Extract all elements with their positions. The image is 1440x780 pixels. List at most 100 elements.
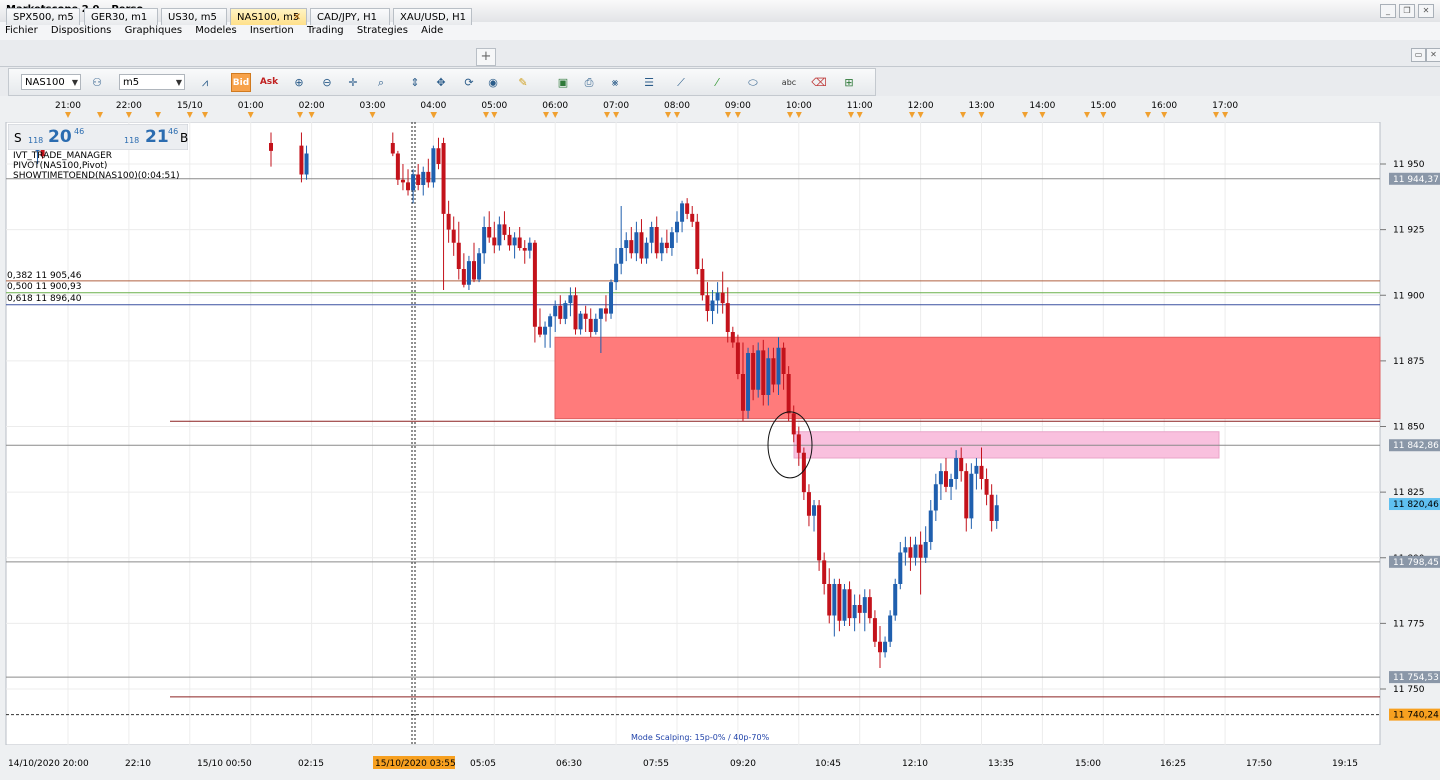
magnifier-icon[interactable]: ⌕	[371, 73, 391, 92]
candle-body[interactable]	[964, 471, 969, 519]
candle-body[interactable]	[817, 505, 822, 561]
candle-body[interactable]	[827, 584, 832, 616]
candle-body[interactable]	[598, 308, 603, 319]
panel-restore-button[interactable]: ▭	[1411, 48, 1426, 62]
candle-body[interactable]	[949, 479, 954, 487]
candle-body[interactable]	[395, 153, 400, 180]
candle-body[interactable]	[908, 547, 913, 558]
candle-body[interactable]	[867, 597, 872, 619]
trendline-icon[interactable]: ⟋	[671, 73, 691, 92]
candle-body[interactable]	[888, 615, 893, 642]
candle-body[interactable]	[862, 597, 867, 613]
candle-body[interactable]	[969, 473, 974, 519]
candle-body[interactable]	[928, 510, 933, 543]
candle-body[interactable]	[781, 347, 786, 374]
candle-body[interactable]	[735, 342, 740, 375]
candle-body[interactable]	[446, 213, 451, 230]
candle-body[interactable]	[776, 347, 781, 385]
candle-body[interactable]	[558, 305, 563, 319]
tab-spx500[interactable]: SPX500, m5	[6, 8, 80, 25]
candle-body[interactable]	[933, 484, 938, 511]
candle-body[interactable]	[543, 326, 548, 335]
draw-line-icon[interactable]: ⁄	[707, 73, 727, 92]
zoom-out-icon[interactable]: ⊖	[317, 73, 337, 92]
candle-body[interactable]	[583, 313, 588, 319]
candle-body[interactable]	[857, 605, 862, 613]
tab-xauusd[interactable]: XAU/USD, H1	[393, 8, 472, 25]
candle-body[interactable]	[497, 224, 502, 246]
candle-body[interactable]	[720, 292, 725, 304]
candle-body[interactable]	[537, 326, 542, 335]
maximize-button[interactable]: ❐	[1399, 4, 1415, 18]
candle-body[interactable]	[751, 353, 756, 390]
buy-price[interactable]: 21	[145, 127, 169, 147]
candle-body[interactable]	[872, 618, 877, 642]
candle-body[interactable]	[695, 221, 700, 269]
cursor-icon[interactable]: ✥	[431, 73, 451, 92]
candle-body[interactable]	[441, 143, 446, 214]
candle-body[interactable]	[685, 203, 690, 214]
candle-body[interactable]	[740, 374, 745, 411]
ruler-icon[interactable]: ✎	[513, 73, 533, 92]
add-tab-button[interactable]: +	[476, 48, 496, 66]
candle-body[interactable]	[989, 494, 994, 521]
candle-body[interactable]	[456, 242, 461, 269]
candle-body[interactable]	[578, 313, 583, 330]
candle-body[interactable]	[664, 242, 669, 248]
hierarchy-icon[interactable]: ⊞	[839, 73, 859, 92]
candle-body[interactable]	[502, 224, 507, 235]
chart-type-icon[interactable]: ⩘	[195, 73, 215, 92]
candle-body[interactable]	[690, 213, 695, 222]
crosshair-icon[interactable]: ✛	[343, 73, 363, 92]
candle-body[interactable]	[472, 261, 476, 280]
candle-body[interactable]	[421, 171, 426, 185]
timeframe-select[interactable]: m5 ▼	[119, 74, 185, 90]
candle-body[interactable]	[299, 145, 304, 175]
candle-body[interactable]	[715, 292, 720, 301]
supply-zone[interactable]	[554, 336, 1381, 420]
candle-body[interactable]	[938, 471, 943, 485]
candle-body[interactable]	[568, 295, 573, 304]
print-icon[interactable]: ⎙	[579, 73, 599, 92]
candle-body[interactable]	[898, 552, 903, 585]
candle-body[interactable]	[517, 237, 522, 249]
ellipse-icon[interactable]: ⬭	[743, 73, 763, 92]
candle-body[interactable]	[614, 263, 619, 283]
candle-body[interactable]	[725, 303, 730, 332]
candle-body[interactable]	[974, 465, 979, 474]
candle-body[interactable]	[680, 203, 685, 222]
candle-body[interactable]	[390, 143, 395, 154]
candle-body[interactable]	[532, 242, 537, 327]
candle-body[interactable]	[756, 350, 761, 390]
candle-body[interactable]	[426, 171, 431, 183]
candle-body[interactable]	[588, 318, 593, 332]
candle-body[interactable]	[573, 295, 578, 330]
candle-body[interactable]	[837, 584, 842, 621]
candle-body[interactable]	[832, 584, 837, 616]
text-tool-icon[interactable]: abc	[779, 73, 799, 92]
candle-body[interactable]	[649, 227, 654, 243]
candle-body[interactable]	[487, 227, 492, 238]
candle-body[interactable]	[548, 316, 553, 327]
candle-body[interactable]	[603, 308, 608, 314]
candle-body[interactable]	[669, 232, 674, 248]
candle-body[interactable]	[634, 232, 639, 254]
globe-icon[interactable]: ◉	[483, 73, 503, 92]
price-chart[interactable]: 21:00 22:00 15/10 01:00 02:00 03:00 04:00 05:00…	[0, 96, 1440, 780]
candle-body[interactable]	[461, 269, 466, 285]
candle-body[interactable]	[416, 174, 421, 186]
candle-body[interactable]	[796, 434, 801, 453]
candle-body[interactable]	[466, 261, 471, 285]
scale-icon[interactable]: ⇕	[405, 73, 425, 92]
tab-us30[interactable]: US30, m5	[161, 8, 227, 25]
candle-body[interactable]	[878, 641, 882, 653]
instrument-select[interactable]: NAS100 ▼	[21, 74, 81, 90]
candle-body[interactable]	[654, 227, 659, 254]
candle-body[interactable]	[791, 413, 796, 435]
candle-body[interactable]	[822, 560, 827, 584]
candle-body[interactable]	[766, 358, 771, 395]
candle-body[interactable]	[923, 542, 928, 558]
candle-body[interactable]	[893, 584, 898, 616]
candle-body[interactable]	[913, 544, 918, 558]
candle-body[interactable]	[451, 229, 456, 243]
